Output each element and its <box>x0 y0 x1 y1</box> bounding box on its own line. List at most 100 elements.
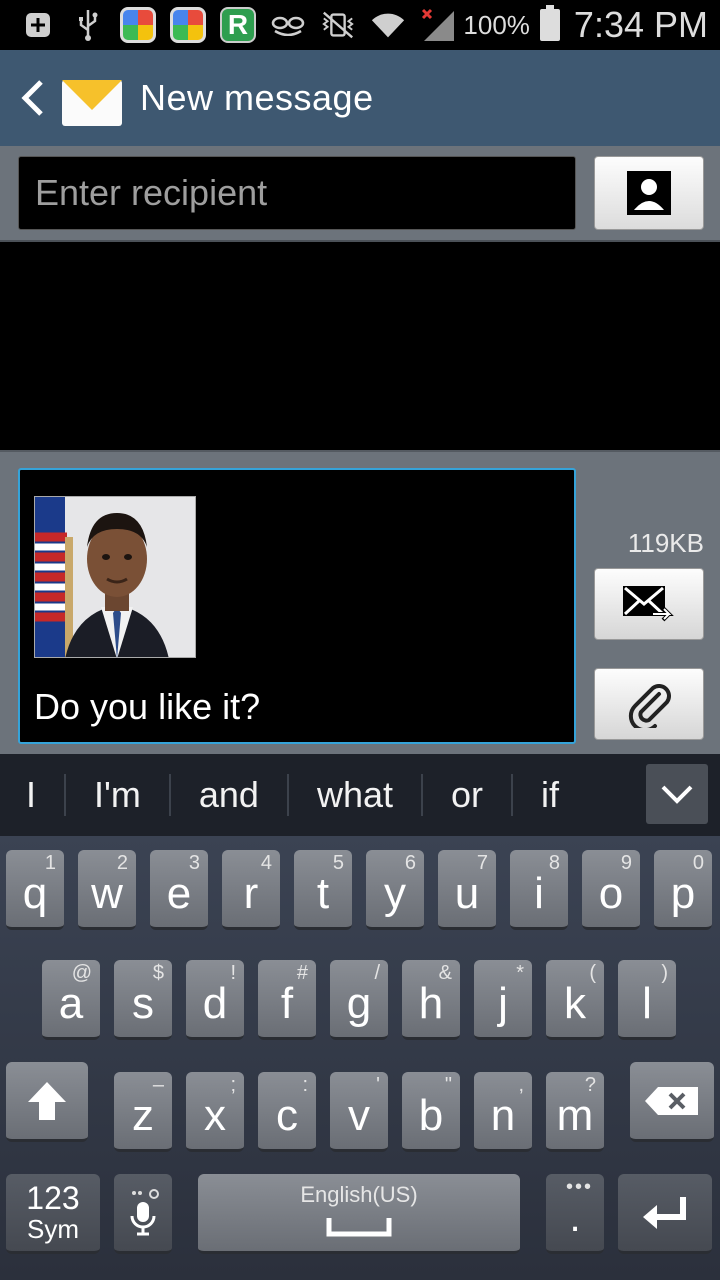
key-secondary-label: ; <box>230 1074 236 1096</box>
message-size: 119KB <box>627 528 704 558</box>
suggestion-word[interactable]: and <box>171 774 289 816</box>
key-y[interactable]: 6y <box>366 850 424 930</box>
key-secondary-label: : <box>302 1074 308 1096</box>
key-k[interactable]: (k <box>546 960 604 1040</box>
battery-icon <box>539 5 560 41</box>
key-e[interactable]: 3e <box>150 850 208 930</box>
key-c[interactable]: :c <box>258 1072 316 1152</box>
messaging-app-icon[interactable] <box>62 68 122 128</box>
message-input[interactable]: Do you like it? <box>18 468 576 744</box>
suggestion-word[interactable]: I'm <box>66 774 171 816</box>
keyboard: 123 Sym English(US) ••• . 1q2w3e4r5t6y7u8… <box>0 836 720 1280</box>
shift-key[interactable] <box>6 1062 88 1142</box>
send-message-icon <box>623 586 674 622</box>
key-secondary-label: $ <box>152 962 164 984</box>
key-secondary-label: 7 <box>476 852 488 874</box>
key-j[interactable]: * j <box>474 960 532 1040</box>
key-w[interactable]: 2w <box>78 850 136 930</box>
key-secondary-label: ? <box>584 1074 596 1096</box>
key-label: n <box>490 1090 516 1140</box>
key-label: v <box>348 1090 370 1140</box>
key-r[interactable]: 4r <box>222 850 280 930</box>
battery-percentage: 100% <box>463 9 530 40</box>
suggestion-word[interactable]: or <box>423 774 514 816</box>
key-a[interactable]: @ a <box>42 960 100 1040</box>
suggestion-word[interactable]: if <box>513 774 587 816</box>
period-key[interactable]: ••• . <box>546 1174 604 1254</box>
key-s[interactable]: $ s <box>114 960 172 1040</box>
conversation-area <box>0 242 720 450</box>
key-q[interactable]: 1q <box>6 850 64 930</box>
send-button[interactable] <box>594 568 704 640</box>
key-label: q <box>22 868 48 918</box>
key-label: k <box>564 978 586 1028</box>
key-m[interactable]: ? m <box>546 1072 604 1152</box>
key-t[interactable]: 5t <box>294 850 352 930</box>
key-secondary-label: / <box>374 962 380 984</box>
key-o[interactable]: 9o <box>582 850 640 930</box>
key-secondary-label: " <box>444 1074 452 1096</box>
key-p[interactable]: 0p <box>654 850 712 930</box>
key-label: g <box>346 978 372 1028</box>
key-f[interactable]: # f <box>258 960 316 1040</box>
compose-bar: Do you like it? 119KB <box>0 450 720 754</box>
key-secondary-label: 6 <box>404 852 416 874</box>
key-label: t <box>316 868 330 918</box>
key-n[interactable]: ,n <box>474 1072 532 1152</box>
key-secondary-label: @ <box>71 962 92 984</box>
app-multicolor-icon <box>170 7 206 43</box>
key-secondary-label: ' <box>376 1074 380 1096</box>
status-bar: R 100% 7:34 PM <box>0 0 720 50</box>
key-label: b <box>418 1090 444 1140</box>
symbols-key-label: Sym <box>26 1213 79 1244</box>
space-bar-icon <box>326 1217 392 1236</box>
key-label: d <box>202 978 228 1028</box>
key-secondary-label: # <box>296 962 308 984</box>
clock: 7:34 PM <box>573 4 708 45</box>
suggestion-word[interactable]: I <box>0 774 67 816</box>
enter-key[interactable] <box>618 1174 712 1254</box>
key-u[interactable]: 7u <box>438 850 496 930</box>
key-secondary-label: 1 <box>44 852 56 874</box>
recipient-bar: Enter recipient <box>0 146 720 242</box>
key-label: o <box>598 868 624 918</box>
key-secondary-label: 8 <box>548 852 560 874</box>
attach-button[interactable] <box>594 668 704 740</box>
space-key-label: English(US) <box>300 1182 418 1207</box>
key-secondary-label: * <box>516 962 524 984</box>
shift-icon <box>28 1081 66 1120</box>
symbols-key[interactable]: 123 Sym <box>6 1174 100 1254</box>
key-label: m <box>556 1090 594 1140</box>
key-label: s <box>132 978 154 1028</box>
key-h[interactable]: & h <box>402 960 460 1040</box>
attached-photo[interactable] <box>34 496 196 658</box>
key-secondary-label: & <box>438 962 452 984</box>
key-l[interactable]: ) l <box>618 960 676 1040</box>
back-arrow-icon[interactable] <box>18 78 48 118</box>
key-g[interactable]: / g <box>330 960 388 1040</box>
key-i[interactable]: 8i <box>510 850 568 930</box>
expand-suggestions-button[interactable] <box>646 764 708 824</box>
contacts-button[interactable] <box>594 156 704 230</box>
recipient-input[interactable]: Enter recipient <box>18 156 576 230</box>
period-key-label: . <box>569 1195 581 1240</box>
key-b[interactable]: " b <box>402 1072 460 1152</box>
suggestion-word[interactable]: what <box>289 774 424 816</box>
key-secondary-label: ( <box>589 962 596 984</box>
key-secondary-label: 2 <box>116 852 128 874</box>
voice-input-key[interactable] <box>114 1174 172 1254</box>
key-secondary-label: , <box>518 1074 524 1096</box>
paperclip-icon <box>628 684 671 728</box>
key-d[interactable]: ! d <box>186 960 244 1040</box>
key-x[interactable]: ; x <box>186 1072 244 1152</box>
key-label: x <box>204 1090 226 1140</box>
key-label: y <box>384 868 406 918</box>
key-z[interactable]: – z <box>114 1072 172 1152</box>
backspace-key[interactable] <box>630 1062 714 1142</box>
space-key[interactable]: English(US) <box>198 1174 520 1254</box>
key-v[interactable]: ' v <box>330 1072 388 1152</box>
action-bar: New message <box>0 50 720 146</box>
page-title: New message <box>140 77 374 118</box>
microphone-icon <box>130 1188 159 1235</box>
key-secondary-label: 5 <box>332 852 344 874</box>
